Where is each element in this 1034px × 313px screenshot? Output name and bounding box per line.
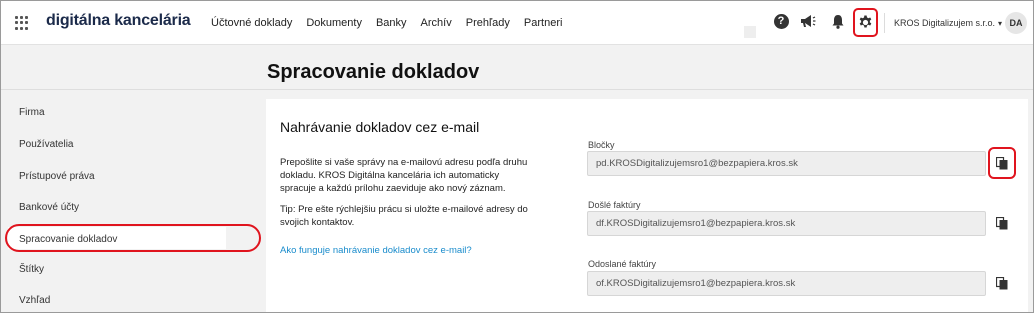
- email-field-odoslane-faktury[interactable]: of.KROSDigitalizujemsro1@bezpapiera.kros…: [587, 271, 986, 296]
- nav-banky[interactable]: Banky: [376, 17, 407, 29]
- field-label-blocky: Bločky: [588, 140, 615, 150]
- help-icon[interactable]: ?: [772, 12, 790, 30]
- email-field-dosle-faktury[interactable]: df.KROSDigitalizujemsro1@bezpapiera.kros…: [587, 211, 986, 236]
- nav-prehlady[interactable]: Prehľady: [466, 17, 510, 29]
- sidebar-item-pristupove-prava[interactable]: Prístupové práva: [19, 171, 95, 182]
- megaphone-icon[interactable]: [799, 12, 817, 30]
- apps-grid-icon[interactable]: [15, 16, 29, 30]
- sidebar-item-pouzivatelia[interactable]: Používatelia: [19, 139, 73, 150]
- gear-icon[interactable]: [858, 15, 873, 30]
- bell-icon[interactable]: [829, 12, 847, 30]
- nav-uctovne-doklady[interactable]: Účtovné doklady: [211, 17, 292, 29]
- settings-highlight: [853, 8, 878, 37]
- company-name: KROS Digitalizujem s.r.o.: [894, 18, 996, 28]
- card-tip: Tip: Pre ešte rýchlejšiu prácu si uložte…: [280, 204, 528, 228]
- app-window: digitálna kancelária Účtovné doklady Dok…: [0, 0, 1034, 313]
- help-link[interactable]: Ako funguje nahrávanie dokladov cez e-ma…: [280, 245, 472, 256]
- card-description: Prepošlite si vaše správy na e-mailovú a…: [280, 157, 528, 194]
- card-title: Nahrávanie dokladov cez e-mail: [280, 119, 480, 135]
- sidebar-item-stitky[interactable]: Štítky: [19, 264, 44, 275]
- nav-archiv[interactable]: Archív: [421, 17, 452, 29]
- copy-icon[interactable]: [993, 154, 1011, 172]
- sidebar-item-firma[interactable]: Firma: [19, 107, 45, 118]
- header-divider: [1, 89, 1033, 90]
- nav-dokumenty[interactable]: Dokumenty: [306, 17, 362, 29]
- field-label-dosle-faktury: Došlé faktúry: [588, 200, 641, 210]
- sidebar-item-spracovanie-dokladov[interactable]: Spracovanie dokladov: [19, 234, 117, 245]
- chevron-down-icon: ▾: [998, 19, 1003, 28]
- top-bar: digitálna kancelária Účtovné doklady Dok…: [1, 1, 1033, 45]
- main-nav: Účtovné doklady Dokumenty Banky Archív P…: [211, 17, 576, 29]
- field-label-odoslane-faktury: Odoslané faktúry: [588, 259, 657, 269]
- sidebar-item-vzhlad[interactable]: Vzhľad: [19, 295, 50, 306]
- nav-partneri[interactable]: Partneri: [524, 17, 563, 29]
- help-symbol: ?: [773, 13, 789, 29]
- email-field-blocky[interactable]: pd.KROSDigitalizujemsro1@bezpapiera.kros…: [587, 151, 986, 176]
- sidebar-item-bankove-ucty[interactable]: Bankové účty: [19, 202, 79, 213]
- company-switcher[interactable]: KROS Digitalizujem s.r.o. ▾: [894, 18, 1002, 28]
- toolbar-divider: [884, 13, 885, 33]
- copy-icon[interactable]: [993, 214, 1011, 232]
- page-title: Spracovanie dokladov: [267, 61, 480, 83]
- avatar[interactable]: DA: [1005, 12, 1027, 34]
- brand-logo[interactable]: digitálna kancelária: [46, 12, 191, 30]
- copy-icon[interactable]: [993, 274, 1011, 292]
- email-upload-card: Nahrávanie dokladov cez e-mail Prepošlit…: [266, 99, 1028, 312]
- placeholder-square: [744, 26, 756, 38]
